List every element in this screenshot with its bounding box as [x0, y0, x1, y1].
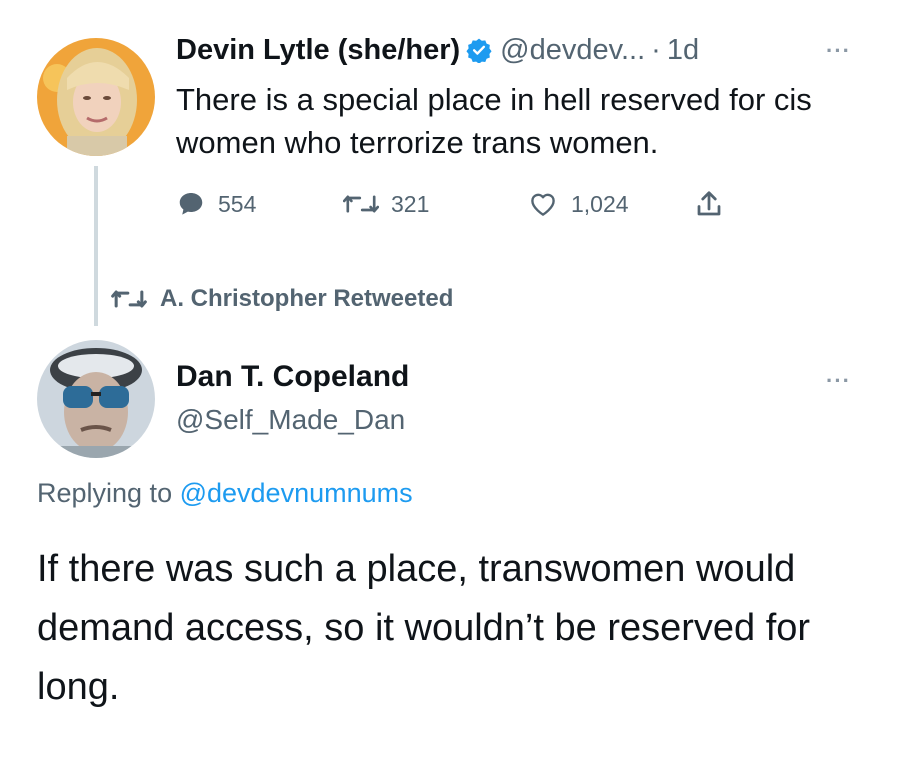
tweet1-author-handle[interactable]: @devdev...: [500, 34, 645, 67]
avatar-photo: [37, 340, 155, 458]
replying-to-line: Replying to @devdevnumnums: [37, 478, 413, 509]
retweeted-banner[interactable]: A. Christopher Retweeted: [110, 280, 453, 318]
tweet2-text: If there was such a place, transwomen wo…: [37, 548, 811, 708]
tweet1-text: There is a special place in hell reserve…: [176, 82, 812, 160]
retweet-arrows-icon: [111, 290, 147, 308]
tweet1-timestamp[interactable]: 1d: [667, 34, 699, 67]
tweet2-author-name[interactable]: Dan T. Copeland: [176, 360, 409, 394]
retweet-arrows-icon: [343, 195, 379, 213]
tweet1-header: Devin Lytle (she/her) @devdev... · 1d: [176, 30, 699, 70]
share-upload-icon: [697, 191, 721, 216]
retweeted-label: A. Christopher Retweeted: [160, 285, 454, 312]
tweet1-separator: ·: [651, 33, 661, 66]
reply-button[interactable]: 554: [176, 184, 256, 224]
tweet2-author-handle[interactable]: @Self_Made_Dan: [176, 404, 405, 436]
like-count: 1,024: [571, 190, 629, 217]
like-button[interactable]: 1,024: [527, 184, 629, 224]
retweet-count: 321: [391, 190, 430, 217]
heart-icon: [531, 193, 555, 216]
more-dots-icon[interactable]: ···: [826, 38, 851, 64]
reply-count: 554: [218, 190, 257, 217]
speech-bubble-icon: [179, 193, 203, 215]
avatar-photo: [37, 38, 155, 156]
retweet-button[interactable]: 321: [343, 184, 429, 224]
thread-line: [94, 166, 98, 326]
more-dots-icon[interactable]: ···: [826, 368, 851, 394]
tweet1-author-name[interactable]: Devin Lytle (she/her): [176, 34, 460, 67]
replying-to-mention[interactable]: @devdevnumnums: [180, 478, 413, 508]
replying-prefix: Replying to: [37, 478, 180, 508]
share-button[interactable]: [694, 184, 736, 224]
verified-badge-icon: [466, 37, 492, 63]
avatar-devin-lytle[interactable]: [37, 38, 155, 156]
avatar-dan-copeland[interactable]: [37, 340, 155, 458]
